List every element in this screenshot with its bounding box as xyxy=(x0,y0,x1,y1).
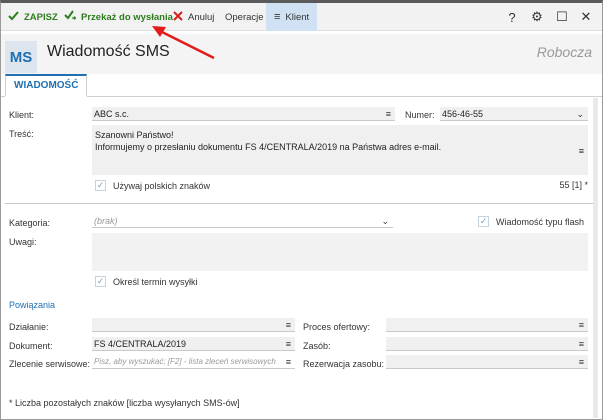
content-textarea[interactable]: Szanowni Państwo! Informujemy o przesłan… xyxy=(92,125,588,175)
offer-field[interactable]: ≡ xyxy=(386,318,588,332)
content-line-1: Szanowni Państwo! xyxy=(95,130,174,140)
notes-label: Uwagi: xyxy=(9,237,37,247)
action-label: Działanie: xyxy=(9,322,49,332)
tab-message[interactable]: WIADOMOŚĆ xyxy=(5,74,88,97)
document-header: MS Wiadomość SMS Robocza xyxy=(1,34,602,74)
send-button[interactable]: Przekaż do wysłania xyxy=(64,3,173,31)
list-icon[interactable]: ≡ xyxy=(579,318,584,331)
gear-icon[interactable]: ⚙ xyxy=(527,3,547,31)
list-icon[interactable]: ≡ xyxy=(283,355,291,368)
client-button[interactable]: ≡ Klient xyxy=(266,3,318,31)
char-count: 55 [1] * xyxy=(559,180,588,190)
toolbar: ZAPISZ Przekaż do wysłania Anuluj Operac… xyxy=(1,3,602,31)
offer-label: Proces ofertowy: xyxy=(303,322,371,332)
polish-chars-label: Używaj polskich znaków xyxy=(113,180,211,191)
flash-label: Wiadomość typu flash xyxy=(496,216,585,227)
help-icon[interactable]: ? xyxy=(502,3,522,31)
client-field[interactable]: ABC s.c. ≡ xyxy=(92,107,395,121)
page-title: Wiadomość SMS xyxy=(47,43,170,60)
schedule-label: Określ termin wysyłki xyxy=(113,276,198,287)
action-field[interactable]: ≡ xyxy=(92,318,295,332)
list-icon[interactable]: ≡ xyxy=(579,355,584,368)
list-icon[interactable]: ≡ xyxy=(386,107,391,120)
checkbox-icon: ✓ xyxy=(478,216,489,227)
service-order-field[interactable]: Pisz, aby wyszukać; [F2] - lista zleceń … xyxy=(92,355,295,369)
operations-label: Operacje xyxy=(225,11,264,23)
category-label: Kategoria: xyxy=(9,218,51,228)
category-select[interactable]: (brak) ⌄ xyxy=(92,214,393,228)
reservation-label: Rezerwacja zasobu: xyxy=(303,359,385,369)
save-button-label: ZAPISZ xyxy=(24,11,58,23)
number-value: 456-46-55 xyxy=(442,108,484,119)
scrollbar[interactable] xyxy=(593,98,598,418)
checkbox-icon: ✓ xyxy=(95,276,106,287)
content-label: Treść: xyxy=(9,129,34,139)
client-button-label: Klient xyxy=(285,11,310,23)
hamburger-icon: ≡ xyxy=(274,11,281,23)
document-field[interactable]: FS 4/CENTRALA/2019 ≡ xyxy=(92,337,295,351)
document-type-badge: MS xyxy=(5,41,37,73)
notes-textarea[interactable] xyxy=(92,233,588,271)
resource-label: Zasób: xyxy=(303,341,331,351)
polish-chars-checkbox[interactable]: ✓ Używaj polskich znaków xyxy=(95,180,210,191)
list-icon[interactable]: ≡ xyxy=(286,318,291,331)
content-line-2: Informujemy o przesłaniu dokumentu FS 4/… xyxy=(95,142,442,152)
chevron-down-icon[interactable]: ⌄ xyxy=(381,214,389,227)
check-send-icon xyxy=(64,10,77,24)
document-label: Dokument: xyxy=(9,341,53,351)
document-value: FS 4/CENTRALA/2019 xyxy=(94,338,187,349)
divider xyxy=(5,203,598,204)
schedule-checkbox[interactable]: ✓ Określ termin wysyłki xyxy=(95,276,198,287)
list-icon[interactable]: ≡ xyxy=(579,145,584,157)
close-icon[interactable]: ✕ xyxy=(576,3,596,31)
links-section-title: Powiązania xyxy=(9,300,56,310)
save-button[interactable]: ZAPISZ xyxy=(8,3,58,31)
chevron-down-icon[interactable]: ⌄ xyxy=(576,107,584,120)
number-select[interactable]: 456-46-55 ⌄ xyxy=(440,107,588,121)
send-button-label: Przekaż do wysłania xyxy=(81,11,173,23)
footnote: * Liczba pozostałych znaków [liczba wysy… xyxy=(9,398,240,408)
maximize-icon[interactable]: ☐ xyxy=(552,3,572,31)
close-x-icon xyxy=(173,10,183,24)
client-label: Klient: xyxy=(9,110,35,120)
flash-checkbox[interactable]: ✓ Wiadomość typu flash xyxy=(478,216,584,227)
cancel-button[interactable]: Anuluj xyxy=(173,3,214,31)
client-value: ABC s.c. xyxy=(94,108,130,119)
status-label: Robocza xyxy=(536,44,592,60)
checkbox-icon: ✓ xyxy=(95,180,106,191)
resource-field[interactable]: ≡ xyxy=(386,337,588,351)
list-icon[interactable]: ≡ xyxy=(579,337,584,350)
list-icon[interactable]: ≡ xyxy=(286,337,291,350)
category-placeholder: (brak) xyxy=(94,215,118,226)
reservation-field[interactable]: ≡ xyxy=(386,355,588,369)
number-label: Numer: xyxy=(405,110,435,120)
service-order-label: Zlecenie serwisowe: xyxy=(9,359,91,369)
service-order-placeholder: Pisz, aby wyszukać; [F2] - lista zleceń … xyxy=(94,357,276,366)
check-icon xyxy=(8,10,19,24)
tab-bar: WIADOMOŚĆ xyxy=(1,74,602,97)
cancel-button-label: Anuluj xyxy=(188,11,215,23)
operations-menu[interactable]: Operacje xyxy=(225,3,264,31)
sms-window: ZAPISZ Przekaż do wysłania Anuluj Operac… xyxy=(0,0,603,420)
